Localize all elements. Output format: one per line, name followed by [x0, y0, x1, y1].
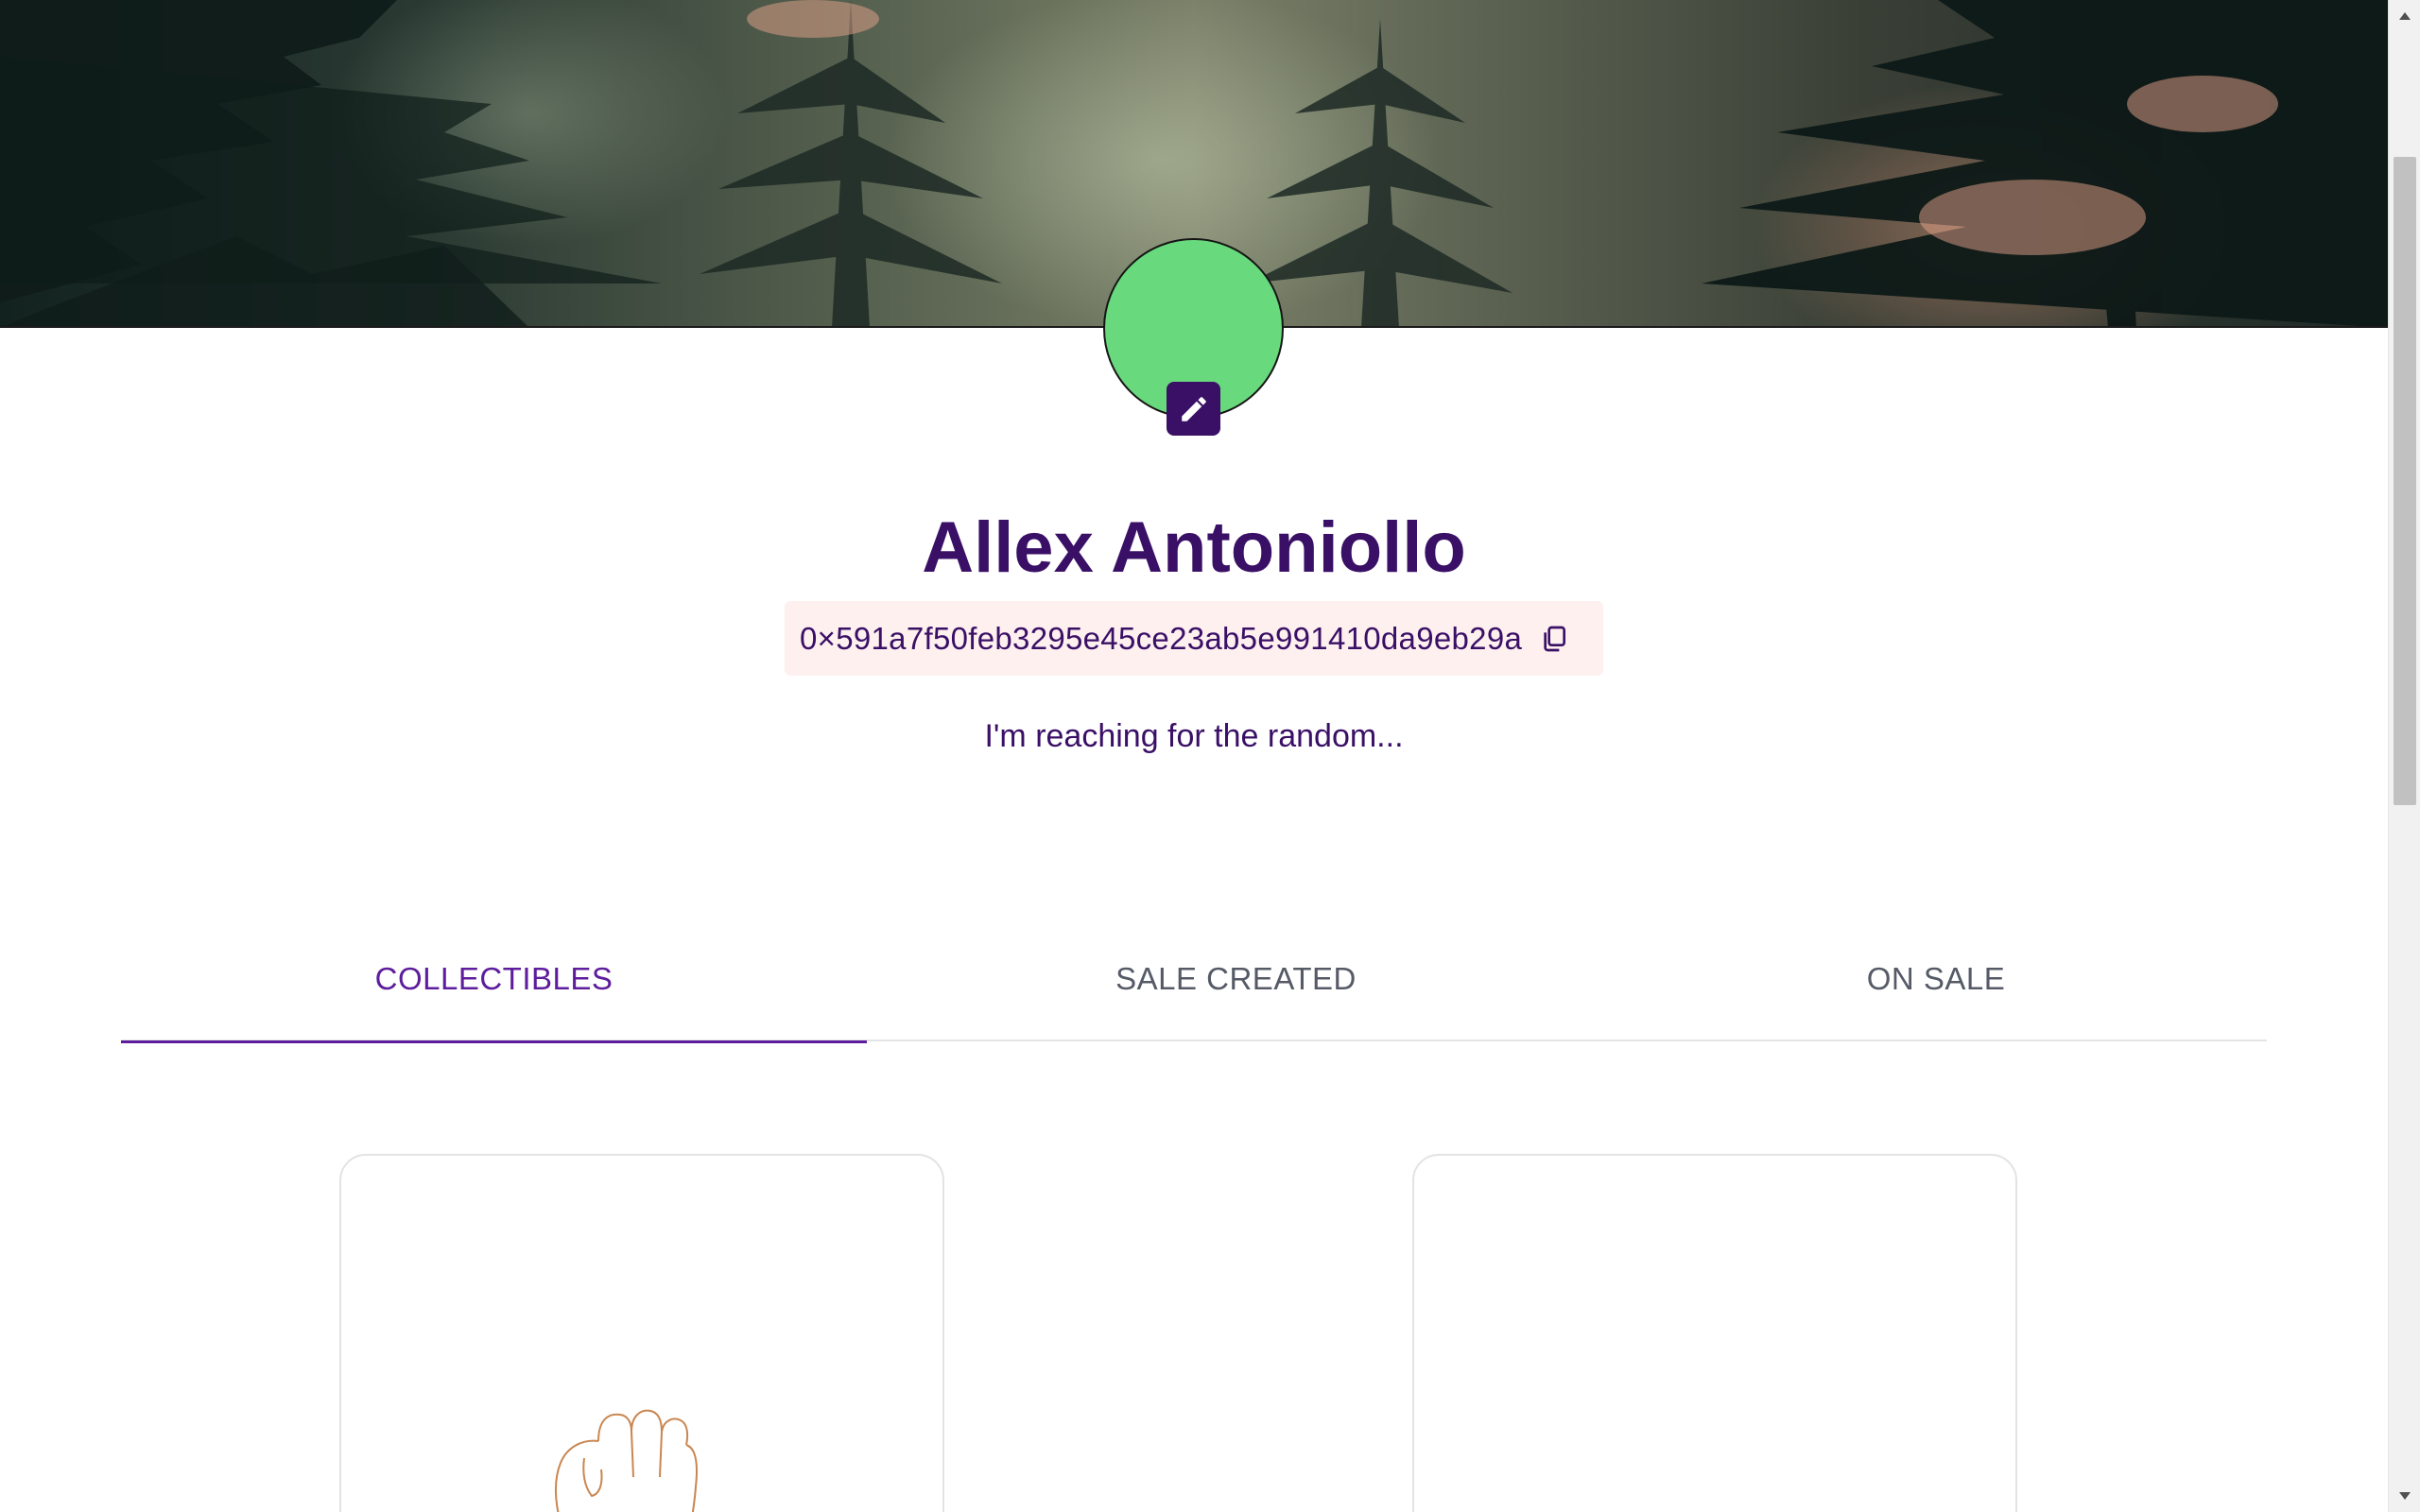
copy-icon[interactable]: [1535, 620, 1573, 658]
profile-tabs: COLLECTIBLES SALE CREATED ON SALE: [121, 917, 2267, 1043]
vertical-scrollbar[interactable]: [2388, 0, 2420, 1512]
profile-name: Allex Antoniollo: [922, 507, 1466, 588]
tab-sale-created[interactable]: SALE CREATED: [867, 917, 1605, 1041]
pencil-icon: [1181, 396, 1206, 421]
triangle-down-icon: [2399, 1492, 2411, 1500]
wallet-address: 0×591a7f50feb3295e45ce23ab5e991410da9eb2…: [800, 620, 1523, 656]
scroll-up-button[interactable]: [2389, 0, 2420, 32]
profile-bio: I'm reaching for the random...: [984, 718, 1404, 754]
scrollbar-thumb[interactable]: [2394, 157, 2416, 805]
tab-collectibles[interactable]: COLLECTIBLES: [121, 917, 867, 1043]
wallet-address-box: 0×591a7f50feb3295e45ce23ab5e991410da9eb2…: [785, 601, 1603, 676]
triangle-up-icon: [2399, 12, 2411, 20]
profile-page: Allex Antoniollo 0×591a7f50feb3295e45ce2…: [0, 0, 2388, 1512]
collectible-card[interactable]: [339, 1154, 944, 1512]
hand-artwork-image: [555, 1409, 698, 1512]
scroll-down-button[interactable]: [2389, 1480, 2420, 1512]
edit-avatar-button[interactable]: [1167, 382, 1220, 436]
tab-on-sale[interactable]: ON SALE: [1605, 917, 2267, 1041]
collectible-card[interactable]: [1412, 1154, 2017, 1512]
